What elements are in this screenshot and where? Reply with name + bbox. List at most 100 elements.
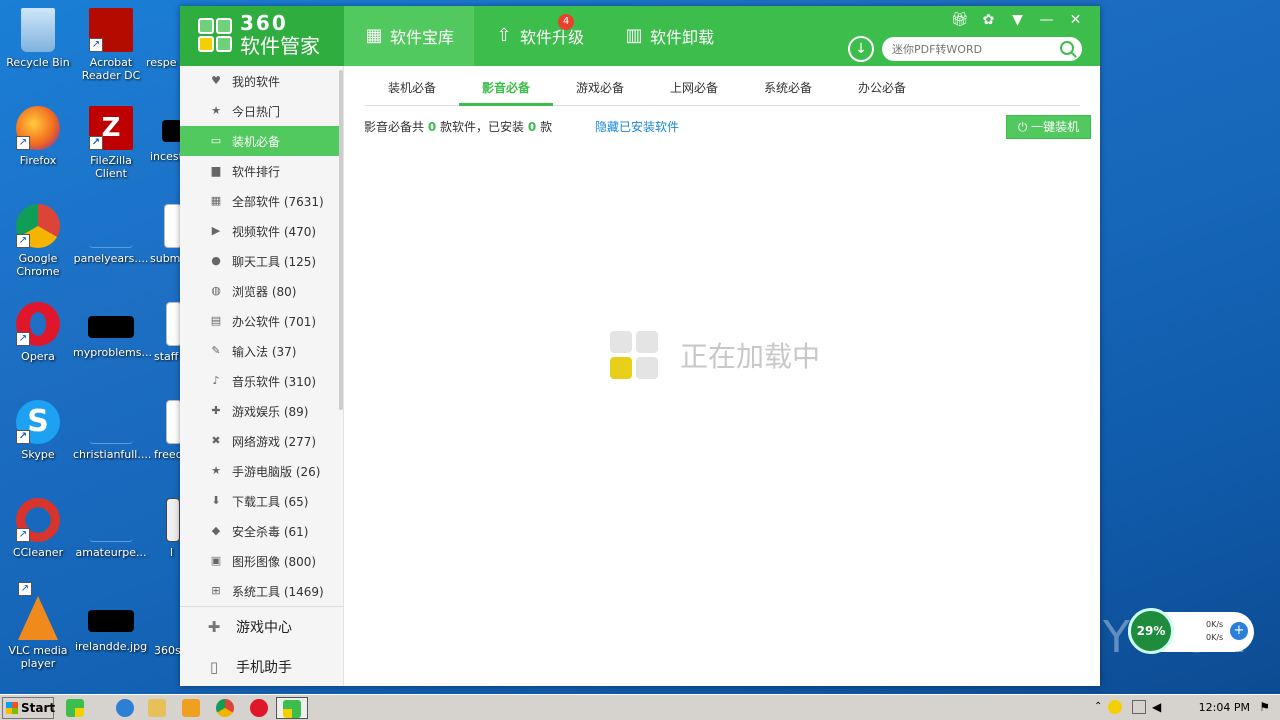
desktop-icon-label: VLC media player (8, 644, 68, 670)
skin-icon[interactable]: ✿ (974, 10, 1003, 30)
sidebar-item[interactable]: ▤ 办公软件 (701) (180, 306, 340, 336)
desktop-icon-chrome[interactable]: ↗ Google Chrome (0, 204, 76, 278)
active-app-taskbar-button[interactable] (276, 697, 308, 719)
sidebar-item[interactable]: ✖ 网络游戏 (277) (180, 426, 340, 456)
action-center-flag-icon[interactable]: ⚑ (1259, 700, 1270, 714)
sidebar-item[interactable]: ◍ 浏览器 (80) (180, 276, 340, 306)
download-manager-icon[interactable]: ↓ (848, 36, 874, 62)
sidebar-item[interactable]: ▣ 图形图像 (800) (180, 546, 340, 576)
star-icon: ★ (211, 464, 221, 477)
sidebar-item[interactable]: ♥ 我的软件 (180, 66, 340, 96)
main-content: 装机必备 影音必备 游戏必备 上网必备 系统必备 办公必备 影音必备共 0 款软件，已安装… (345, 66, 1100, 686)
nav-software-uninstall[interactable]: ▥ 软件卸载 (604, 6, 734, 66)
chrome-taskbar-icon[interactable] (216, 699, 234, 717)
hide-installed-link[interactable]: 隐藏已安装软件 (595, 118, 679, 135)
tray-expand-icon[interactable]: ⌃ (1094, 701, 1102, 712)
nav-software-upgrade[interactable]: ⇧ 软件升级 4 (474, 6, 604, 66)
sidebar-item[interactable]: ✎ 输入法 (37) (180, 336, 340, 366)
desktop-icon-irelandde[interactable]: irelandde.jpg (73, 596, 149, 653)
sidebar-item-label: 全部软件 (7631) (232, 194, 324, 209)
desktop-icon-label: Skype (21, 448, 55, 461)
desktop-icon-incest[interactable]: incest (150, 106, 184, 163)
nav-software-library[interactable]: ▦ 软件宝库 (344, 6, 474, 66)
desktop-icon-ccleaner[interactable]: ↗ CCleaner (0, 498, 76, 559)
sidebar-item[interactable]: ▦ 全部软件 (7631) (180, 186, 340, 216)
file-icon (166, 498, 180, 542)
sidebar-game-center[interactable]: ✚ 游戏中心 (180, 607, 343, 647)
category-tab[interactable]: 上网必备 (647, 74, 741, 106)
vlc-icon: ↗ (18, 582, 58, 640)
image-icon: ▣ (210, 554, 222, 567)
add-icon[interactable]: + (1230, 622, 1248, 640)
desktop-icon-christianfull[interactable]: christianfull.... (73, 400, 151, 461)
start-button[interactable]: Start (2, 697, 56, 719)
sidebar-scrollbar[interactable] (339, 70, 343, 410)
sidebar-item[interactable]: ● 聊天工具 (125) (180, 246, 340, 276)
app-window-360-software-manager: 360 软件管家 ▦ 软件宝库 ⇧ 软件升级 4 ▥ 软件卸载 🎁︎ ✿ ▼ — (180, 6, 1100, 686)
media-player-icon[interactable] (182, 699, 200, 717)
network-tray-icon[interactable] (1132, 700, 1146, 714)
ie-icon[interactable] (116, 699, 134, 717)
sidebar-item[interactable]: ▶ 视频软件 (470) (180, 216, 340, 246)
explorer-icon[interactable] (148, 699, 166, 717)
sidebar-phone-assistant[interactable]: ▯ 手机助手 (180, 647, 343, 687)
sidebar-item[interactable]: ✚ 游戏娱乐 (89) (180, 396, 340, 426)
volume-icon[interactable]: ◀ (1152, 700, 1161, 714)
top-navigation: ▦ 软件宝库 ⇧ 软件升级 4 ▥ 软件卸载 (344, 6, 734, 66)
menu-dropdown-icon[interactable]: ▼ (1003, 10, 1032, 30)
360-taskbar-icon[interactable] (66, 699, 84, 717)
desktop-icon-acrobat[interactable]: ↗ Acrobat Reader DC (73, 8, 149, 82)
start-label: Start (21, 701, 56, 715)
sidebar-item-label: 网络游戏 (277) (232, 434, 317, 449)
sidebar-item-label: 今日热门 (232, 104, 281, 119)
system-tray: ⌃ ◀ 12:04 PM ⚑ (1080, 695, 1280, 720)
desktop-icon-label: respe (146, 56, 177, 69)
sidebar-item-label: 软件排行 (232, 164, 281, 179)
desktop-icon-amateurpe[interactable]: amateurpe... (73, 498, 149, 559)
gift-icon[interactable]: 🎁︎ (945, 10, 974, 30)
image-thumbnail-icon (88, 610, 134, 632)
network-speed-widget[interactable]: 29% 0K/s 0K/s + (1128, 608, 1254, 654)
opera-icon: ↗ (16, 302, 60, 346)
category-tab[interactable]: 系统必备 (741, 74, 835, 106)
clock[interactable]: 12:04 PM (1199, 701, 1250, 714)
app-logo[interactable]: 360 软件管家 (180, 6, 344, 66)
category-tab[interactable]: 游戏必备 (553, 74, 647, 106)
desktop-icon-myproblems[interactable]: myproblems... (73, 302, 152, 359)
desktop-icon-firefox[interactable]: ↗ Firefox (0, 106, 76, 167)
recycle-bin-icon (21, 8, 55, 52)
category-tab[interactable]: 影音必备 (459, 74, 553, 106)
category-tab[interactable]: 装机必备 (365, 74, 459, 106)
gamepad-icon: ✚ (207, 618, 221, 636)
sidebar-item-label: 游戏娱乐 (89) (232, 404, 309, 419)
loading-logo-icon (610, 331, 658, 379)
info-middle: 款软件，已安装 (440, 120, 525, 134)
opera-taskbar-icon[interactable] (250, 699, 268, 717)
sidebar-item[interactable]: ⬇ 下载工具 (65) (180, 486, 340, 516)
sidebar-item[interactable]: ◆ 安全杀毒 (61) (180, 516, 340, 546)
desktop-icon-panelyears[interactable]: panelyears.... (73, 204, 149, 265)
image-thumbnail-icon (88, 316, 134, 338)
minimize-button[interactable]: — (1032, 10, 1061, 30)
desktop-icon-label: FileZilla Client (90, 154, 132, 180)
loading-text: 正在加载中 (680, 340, 821, 373)
bars-icon: ▆ (211, 164, 221, 177)
desktop-icon-skype[interactable]: S ↗ Skype (0, 400, 76, 461)
sidebar-item[interactable]: ★ 今日热门 (180, 96, 340, 126)
sidebar-item[interactable]: ▆ 软件排行 (180, 156, 340, 186)
search-icon[interactable] (1060, 41, 1074, 55)
360-guard-tray-icon[interactable] (1108, 700, 1122, 714)
desktop-icon-submi[interactable]: submi (150, 204, 184, 265)
desktop-icon-opera[interactable]: ↗ Opera (0, 302, 76, 363)
sidebar-item[interactable]: ♪ 音乐软件 (310) (180, 366, 340, 396)
sidebar-item[interactable]: ⊞ 系统工具 (1469) (180, 576, 340, 606)
sidebar-item[interactable]: ▭ 装机必备 (180, 126, 340, 156)
search-input[interactable] (882, 37, 1042, 61)
desktop-icon-vlc[interactable]: ↗ VLC media player (0, 582, 76, 670)
category-tab[interactable]: 办公必备 (835, 74, 929, 106)
one-click-install-button[interactable]: ⏻ 一键装机 (1006, 115, 1091, 139)
sidebar-item[interactable]: ★ 手游电脑版 (26) (180, 456, 340, 486)
desktop-icon-filezilla[interactable]: Z ↗ FileZilla Client (73, 106, 149, 180)
close-button[interactable]: ✕ (1061, 10, 1090, 30)
desktop-icon-recycle-bin[interactable]: Recycle Bin (0, 8, 76, 69)
